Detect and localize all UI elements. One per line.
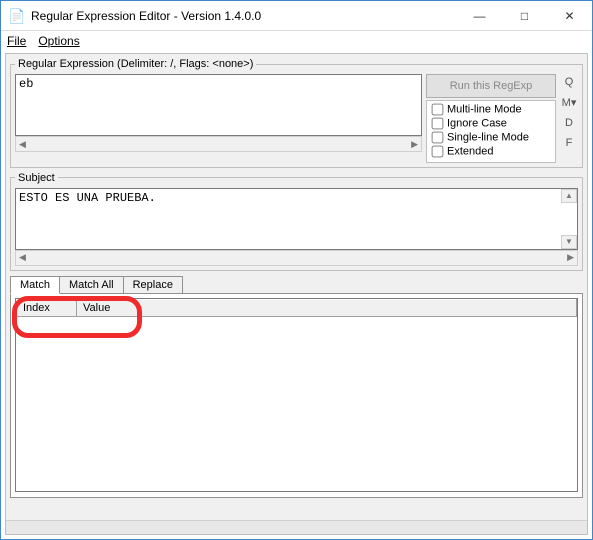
subject-scroll-up[interactable]: ▲ (561, 189, 577, 203)
content-area: Regular Expression (Delimiter: /, Flags:… (5, 53, 588, 535)
regex-input[interactable] (15, 74, 422, 136)
run-regexp-button[interactable]: Run this RegExp (426, 74, 556, 98)
close-button[interactable]: ✕ (547, 1, 592, 30)
results-header-row: Index Value (17, 299, 577, 316)
subject-scroll-down[interactable]: ▼ (561, 235, 577, 249)
tabstrip: Match Match All Replace (10, 276, 583, 294)
maximize-button[interactable]: □ (502, 1, 547, 30)
tab-panel: Index Value (10, 293, 583, 498)
flag-multiline[interactable]: Multi-line Mode (431, 103, 551, 117)
column-value[interactable]: Value (77, 299, 577, 316)
side-q-button[interactable]: Q (565, 76, 574, 88)
menubar: File Options (1, 31, 592, 51)
subject-hscrollbar[interactable]: ◀▶ (15, 250, 578, 266)
results-table: Index Value (16, 299, 577, 317)
side-buttons: Q M▾ D F (560, 74, 578, 163)
window-controls: — □ ✕ (457, 1, 592, 30)
minimize-button[interactable]: — (457, 1, 502, 30)
subject-input[interactable] (15, 188, 578, 250)
results-box: Index Value (15, 298, 578, 492)
flag-extended[interactable]: Extended (431, 145, 551, 159)
titlebar: 📄 Regular Expression Editor - Version 1.… (1, 1, 592, 31)
tab-replace[interactable]: Replace (123, 276, 183, 294)
menu-options[interactable]: Options (38, 34, 79, 48)
flags-panel: Multi-line Mode Ignore Case Single-line … (426, 100, 556, 163)
results-area: Match Match All Replace Index Value (10, 275, 583, 498)
flag-singleline[interactable]: Single-line Mode (431, 131, 551, 145)
flag-singleline-checkbox[interactable] (432, 132, 444, 144)
app-icon: 📄 (9, 8, 25, 24)
subject-group: Subject ▲ ▼ ◀▶ (10, 172, 583, 271)
flag-ignorecase[interactable]: Ignore Case (431, 117, 551, 131)
regex-group: Regular Expression (Delimiter: /, Flags:… (10, 58, 583, 168)
flag-ignorecase-checkbox[interactable] (432, 118, 444, 130)
subject-legend: Subject (15, 172, 58, 184)
column-index[interactable]: Index (17, 299, 77, 316)
tab-match-all[interactable]: Match All (59, 276, 124, 294)
side-f-button[interactable]: F (566, 137, 573, 149)
menu-file[interactable]: File (7, 34, 26, 48)
flag-multiline-checkbox[interactable] (432, 104, 444, 116)
window-title: Regular Expression Editor - Version 1.4.… (31, 9, 457, 23)
regex-legend: Regular Expression (Delimiter: /, Flags:… (15, 58, 256, 70)
statusbar (6, 520, 587, 534)
flag-extended-checkbox[interactable] (432, 146, 444, 158)
regex-hscrollbar[interactable]: ◀▶ (15, 136, 422, 152)
side-d-button[interactable]: D (565, 117, 573, 129)
side-m-button[interactable]: M▾ (562, 96, 577, 109)
tab-match[interactable]: Match (10, 276, 60, 294)
